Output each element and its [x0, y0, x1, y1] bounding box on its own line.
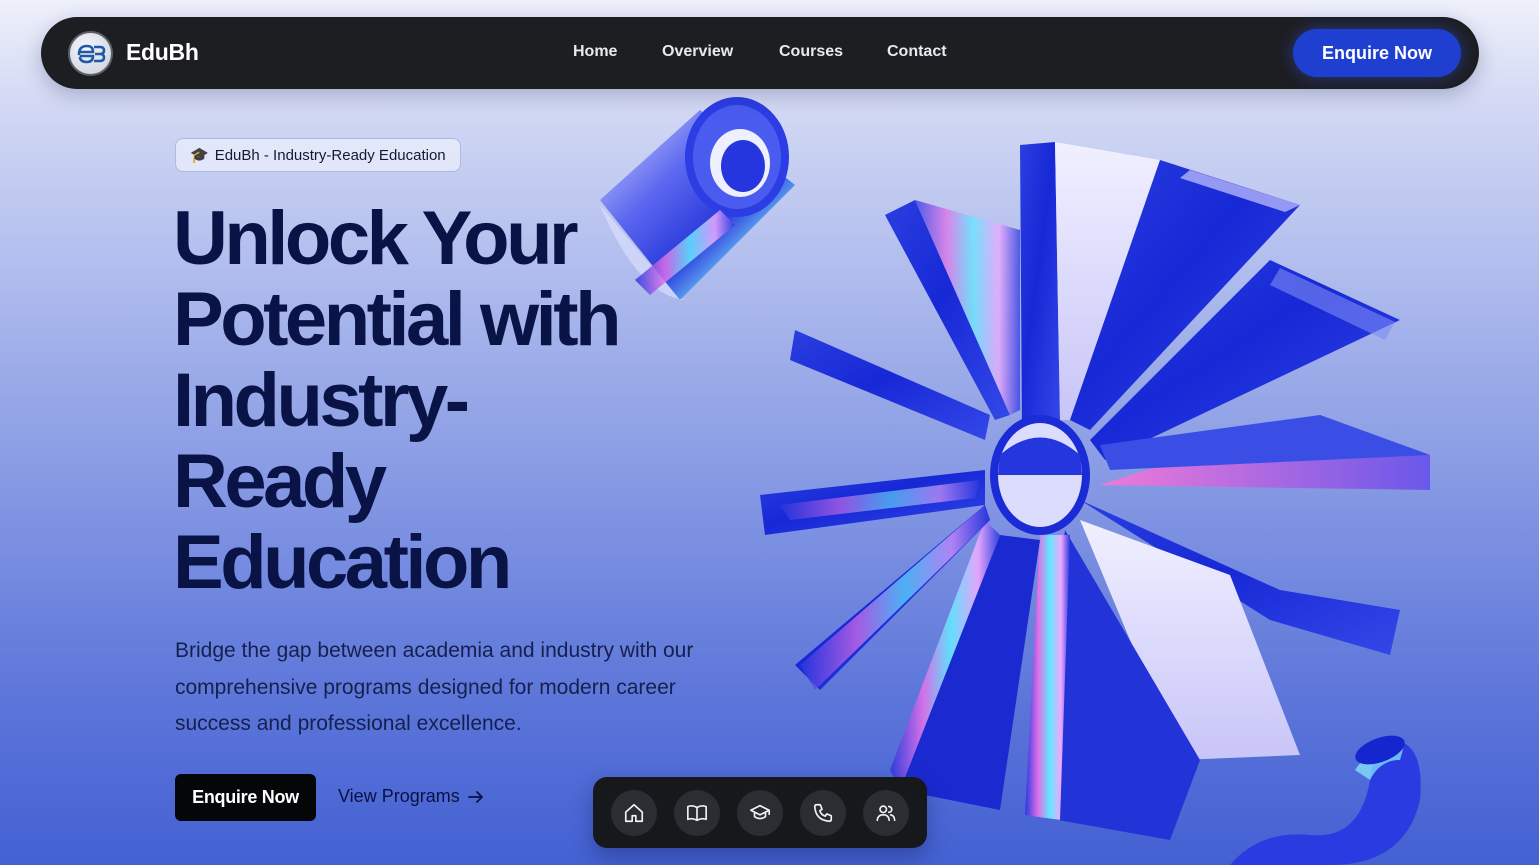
book-icon [687, 804, 707, 821]
dock-users-button[interactable] [863, 789, 909, 836]
headline-line: Industry- [173, 358, 470, 443]
hero-subtext: Bridge the gap between academia and indu… [175, 639, 694, 735]
graduation-cap-icon [750, 804, 770, 819]
nav-overview-link[interactable]: Overview [662, 43, 733, 61]
bottom-dock [593, 777, 927, 848]
users-icon [876, 804, 896, 821]
headline-line: Unlock Your [173, 196, 579, 281]
hero-badge: 🎓 EduBh - Industry-Ready Education [175, 138, 461, 172]
view-programs-link[interactable]: View Programs [338, 786, 484, 807]
navbar: EduBh Home Overview Courses Contact Enqu… [41, 17, 1479, 89]
enquire-now-button[interactable]: Enquire Now [175, 774, 316, 821]
hero-badge-label: EduBh - Industry-Ready Education [214, 146, 446, 164]
logo-icon [77, 44, 105, 63]
phone-icon [813, 803, 833, 822]
headline-line: Education [173, 520, 512, 605]
view-programs-label: View Programs [338, 786, 460, 806]
home-icon [624, 803, 644, 822]
arrow-right-icon [467, 790, 483, 803]
nav-contact-link[interactable]: Contact [887, 43, 947, 61]
brand-name[interactable]: EduBh [126, 39, 199, 66]
dock-contact-button[interactable] [800, 789, 846, 836]
nav-courses-link[interactable]: Courses [779, 43, 843, 61]
headline-line: Ready [173, 439, 387, 524]
dock-courses-button[interactable] [737, 789, 783, 836]
hero-headline: Unlock Your Potential with Industry- Rea… [173, 198, 693, 603]
headline-line: Potential with [173, 277, 622, 362]
nav-home-link[interactable]: Home [573, 43, 617, 61]
graduation-cap-icon: 🎓 [190, 147, 209, 164]
enquire-now-nav-button[interactable]: Enquire Now [1293, 29, 1461, 77]
brand-logo[interactable] [68, 31, 113, 76]
dock-book-button[interactable] [674, 789, 720, 836]
dock-home-button[interactable] [611, 789, 657, 836]
star-blades-shape [760, 142, 1430, 840]
hook-shape [1230, 735, 1421, 865]
